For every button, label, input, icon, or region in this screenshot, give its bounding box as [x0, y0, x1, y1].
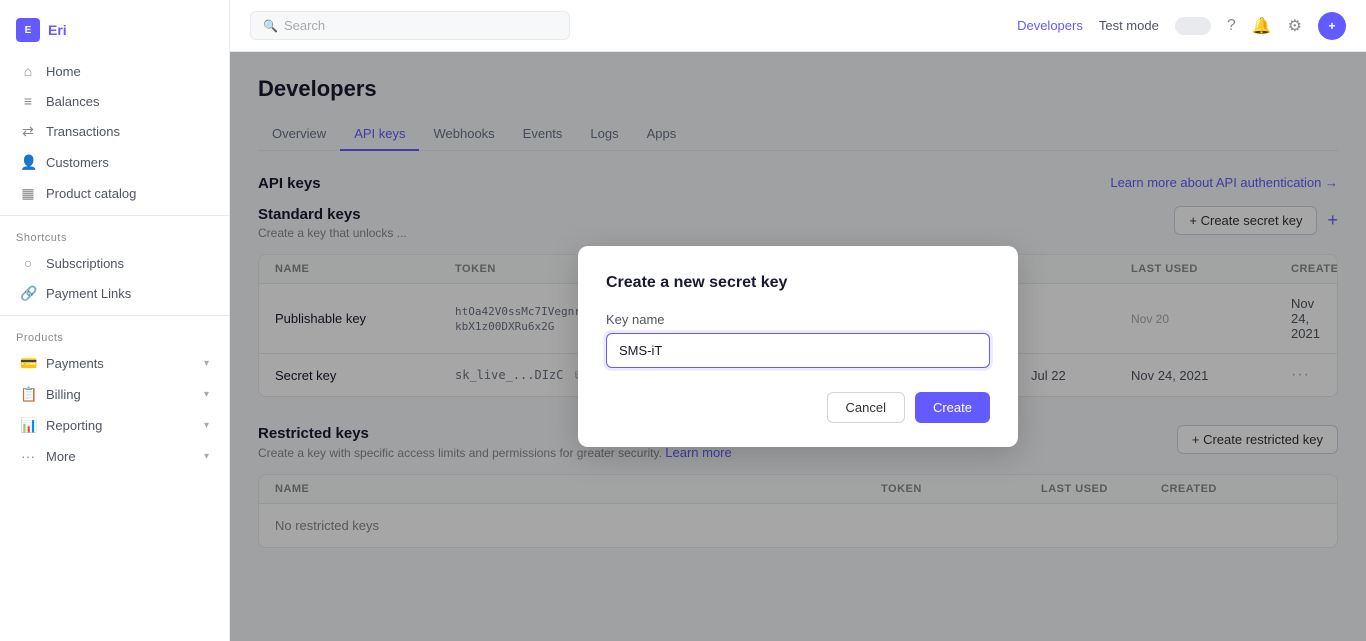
test-mode-toggle[interactable] — [1175, 17, 1211, 35]
home-icon: ⌂ — [20, 63, 36, 79]
topbar-right: Developers Test mode ? 🔔 ⚙ + — [1017, 12, 1346, 40]
sidebar-item-payments[interactable]: 💳 Payments ▾ — [4, 348, 225, 379]
sidebar: E Eri ⌂ Home ≡ Balances ⇄ Transactions 👤… — [0, 0, 230, 641]
content-area: Developers Overview API keys Webhooks Ev… — [230, 52, 1366, 641]
sidebar-nav: ⌂ Home ≡ Balances ⇄ Transactions 👤 Custo… — [0, 56, 229, 209]
sidebar-item-label: Balances — [46, 94, 99, 109]
key-name-input[interactable] — [606, 333, 990, 368]
sidebar-item-label: Subscriptions — [46, 256, 124, 271]
modal-actions: Cancel Create — [606, 392, 990, 423]
key-name-label: Key name — [606, 312, 990, 327]
test-mode-label: Test mode — [1099, 18, 1159, 33]
sidebar-item-reporting[interactable]: 📊 Reporting ▾ — [4, 410, 225, 441]
chevron-down-icon: ▾ — [204, 420, 209, 431]
sidebar-item-home[interactable]: ⌂ Home — [4, 56, 225, 86]
modal-overlay[interactable]: Create a new secret key Key name Cancel … — [230, 52, 1366, 641]
modal-title: Create a new secret key — [606, 274, 990, 292]
settings-icon[interactable]: ⚙ — [1288, 16, 1302, 36]
billing-icon: 📋 — [20, 386, 36, 403]
shortcuts-label: Shortcuts — [0, 222, 229, 248]
chevron-down-icon: ▾ — [204, 389, 209, 400]
sidebar-item-label: Billing — [46, 387, 81, 402]
sidebar-item-label: Payments — [46, 356, 104, 371]
sidebar-item-label: Home — [46, 64, 81, 79]
search-bar[interactable]: 🔍 Search — [250, 11, 570, 40]
reporting-icon: 📊 — [20, 417, 36, 434]
main-area: 🔍 Search Developers Test mode ? 🔔 ⚙ + De… — [230, 0, 1366, 641]
avatar[interactable]: + — [1318, 12, 1346, 40]
sidebar-item-balances[interactable]: ≡ Balances — [4, 86, 225, 116]
sidebar-item-subscriptions[interactable]: ○ Subscriptions — [4, 248, 225, 278]
logo-icon: E — [16, 18, 40, 42]
sidebar-item-product-catalog[interactable]: ▦ Product catalog — [4, 178, 225, 209]
sidebar-item-customers[interactable]: 👤 Customers — [4, 147, 225, 178]
chevron-down-icon: ▾ — [204, 451, 209, 462]
chevron-down-icon: ▾ — [204, 358, 209, 369]
sidebar-item-billing[interactable]: 📋 Billing ▾ — [4, 379, 225, 410]
cancel-button[interactable]: Cancel — [827, 392, 905, 423]
more-icon: ··· — [20, 448, 36, 464]
create-secret-key-modal: Create a new secret key Key name Cancel … — [578, 246, 1018, 447]
create-button[interactable]: Create — [915, 392, 990, 423]
sidebar-item-label: Transactions — [46, 124, 120, 139]
sidebar-item-label: More — [46, 449, 76, 464]
products-label: Products — [0, 322, 229, 348]
payment-links-icon: 🔗 — [20, 285, 36, 302]
sidebar-item-more[interactable]: ··· More ▾ — [4, 441, 225, 471]
sidebar-logo-text: Eri — [48, 22, 67, 38]
sidebar-item-label: Reporting — [46, 418, 102, 433]
notifications-icon[interactable]: 🔔 — [1252, 16, 1272, 36]
transactions-icon: ⇄ — [20, 123, 36, 140]
product-catalog-icon: ▦ — [20, 185, 36, 202]
sidebar-item-label: Customers — [46, 155, 109, 170]
payments-icon: 💳 — [20, 355, 36, 372]
sidebar-logo[interactable]: E Eri — [0, 8, 229, 56]
sidebar-item-transactions[interactable]: ⇄ Transactions — [4, 116, 225, 147]
search-icon: 🔍 — [263, 19, 278, 33]
balances-icon: ≡ — [20, 93, 36, 109]
sidebar-item-label: Payment Links — [46, 286, 131, 301]
search-placeholder: Search — [284, 18, 325, 33]
help-icon[interactable]: ? — [1227, 17, 1236, 35]
sidebar-item-payment-links[interactable]: 🔗 Payment Links — [4, 278, 225, 309]
developers-link[interactable]: Developers — [1017, 18, 1083, 33]
topbar: 🔍 Search Developers Test mode ? 🔔 ⚙ + — [230, 0, 1366, 52]
subscriptions-icon: ○ — [20, 255, 36, 271]
customers-icon: 👤 — [20, 154, 36, 171]
sidebar-item-label: Product catalog — [46, 186, 136, 201]
